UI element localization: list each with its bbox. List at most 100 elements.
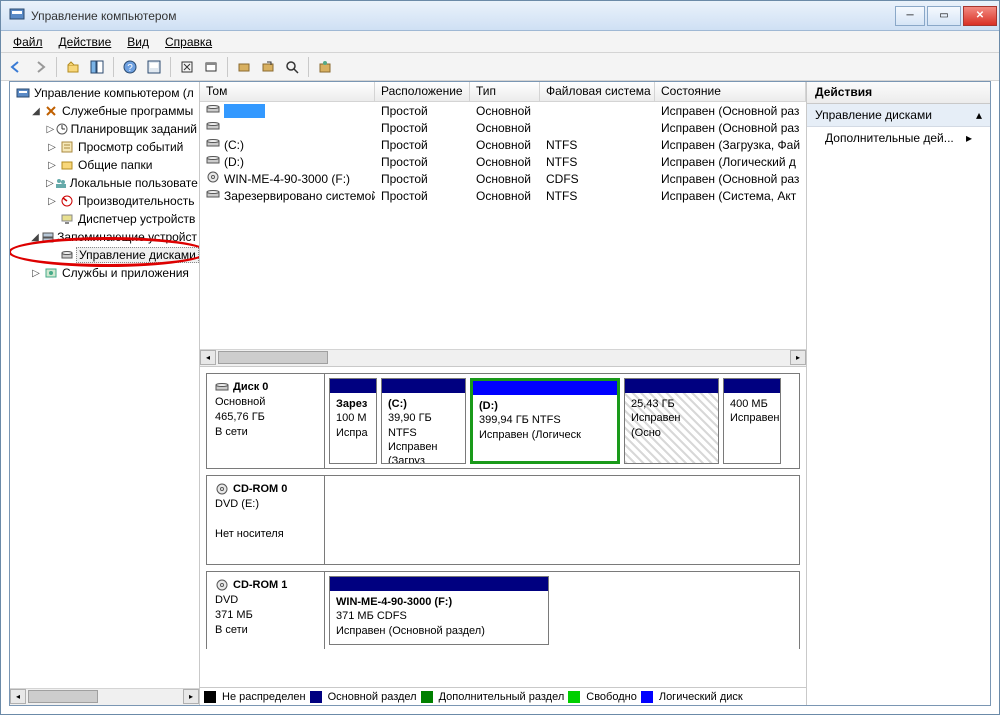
partition[interactable]: 25,43 ГБИсправен (Осно (624, 378, 719, 464)
toolbar-icon-1[interactable] (143, 56, 165, 78)
maximize-button[interactable]: ▭ (927, 6, 961, 26)
cd-icon (215, 482, 229, 496)
toolbar-icon-2[interactable] (200, 56, 222, 78)
col-type[interactable]: Тип (470, 82, 540, 101)
scroll-thumb[interactable] (28, 690, 98, 703)
scroll-right-icon[interactable]: ▸ (790, 350, 806, 365)
cd-icon (206, 170, 220, 187)
volume-row[interactable]: ПростойОсновнойИсправен (Основной раз (200, 119, 806, 136)
disk-0-info: Диск 0 Основной 465,76 ГБ В сети (207, 374, 325, 468)
toolbar-icon-6[interactable] (314, 56, 336, 78)
collapse-icon[interactable]: ◢ (30, 232, 40, 243)
titlebar[interactable]: Управление компьютером ─ ▭ ✕ (1, 1, 999, 31)
legend-swatch-unalloc (204, 691, 216, 703)
partition[interactable]: WIN-ME-4-90-3000 (F:) 371 МБ CDFS Исправ… (329, 576, 549, 645)
partition-stripe (330, 379, 376, 393)
forward-button[interactable] (29, 56, 51, 78)
scroll-left-icon[interactable]: ◂ (200, 350, 216, 365)
tree-event-viewer[interactable]: ▷ Просмотр событий (10, 138, 199, 156)
expand-icon[interactable]: ▷ (46, 160, 58, 171)
partition-status: Испра (336, 427, 368, 439)
partition-stripe (724, 379, 780, 393)
volume-row[interactable]: ПростойОсновнойИсправен (Основной раз (200, 102, 806, 119)
col-fs[interactable]: Файловая система (540, 82, 655, 101)
minimize-button[interactable]: ─ (895, 6, 925, 26)
volume-list[interactable]: Том Расположение Тип Файловая система Со… (200, 82, 806, 367)
partition-size: 25,43 ГБ (631, 398, 675, 410)
toolbar-icon-3[interactable] (233, 56, 255, 78)
list-hscrollbar[interactable]: ◂ ▸ (200, 349, 806, 366)
scroll-left-icon[interactable]: ◂ (10, 689, 26, 704)
actions-pane: Действия Управление дисками ▴ Дополнител… (807, 82, 990, 705)
disk-0-parts: Зарез100 МИспра(C:)39,90 ГБ NTFSИсправен… (325, 374, 799, 468)
show-hide-tree-button[interactable] (86, 56, 108, 78)
sidebar: Управление компьютером (л ◢ Служебные пр… (10, 82, 200, 705)
volume-row[interactable]: (D:)ПростойОсновнойNTFSИсправен (Логичес… (200, 153, 806, 170)
menu-view[interactable]: Вид (119, 33, 157, 51)
partition-stripe (473, 381, 617, 395)
diskmgmt-icon (58, 248, 76, 262)
menu-help[interactable]: Справка (157, 33, 220, 51)
menu-file[interactable]: Файл (5, 33, 51, 51)
volume-row[interactable]: (C:)ПростойОсновнойNTFSИсправен (Загрузк… (200, 136, 806, 153)
partition[interactable]: Зарез100 МИспра (329, 378, 377, 464)
toolbar-icon-5[interactable] (281, 56, 303, 78)
scroll-right-icon[interactable]: ▸ (183, 689, 199, 704)
expand-icon[interactable]: ▷ (46, 124, 55, 135)
back-button[interactable] (5, 56, 27, 78)
users-icon (54, 176, 68, 190)
legend-swatch-extended (421, 691, 433, 703)
partition[interactable]: (D:)399,94 ГБ NTFSИсправен (Логическ (470, 378, 620, 464)
expand-icon[interactable]: ▷ (46, 196, 58, 207)
actions-more[interactable]: Дополнительные дей... ▸ (807, 127, 990, 149)
up-button[interactable] (62, 56, 84, 78)
tree-local-users[interactable]: ▷ Локальные пользовате (10, 174, 199, 192)
scroll-thumb[interactable] (218, 351, 328, 364)
expand-icon[interactable]: ▷ (46, 178, 54, 189)
tree-device-manager[interactable]: ▷ Диспетчер устройств (10, 210, 199, 228)
tree-utilities[interactable]: ◢ Служебные программы (10, 102, 199, 120)
svg-text:?: ? (127, 63, 133, 74)
close-button[interactable]: ✕ (963, 6, 997, 26)
tools-icon (42, 104, 60, 118)
tree-shared-folders[interactable]: ▷ Общие папки (10, 156, 199, 174)
collapse-icon[interactable]: ◢ (30, 106, 42, 117)
partition-label: (C:) (388, 398, 407, 410)
graphical-disk-view[interactable]: Диск 0 Основной 465,76 ГБ В сети Зарез10… (200, 367, 806, 687)
sidebar-hscrollbar[interactable]: ◂ ▸ (10, 688, 199, 705)
tree-services[interactable]: ▷ Службы и приложения (10, 264, 199, 282)
actions-section[interactable]: Управление дисками ▴ (807, 104, 990, 127)
disk-0-block[interactable]: Диск 0 Основной 465,76 ГБ В сети Зарез10… (206, 373, 800, 469)
cdrom-1-block[interactable]: CD-ROM 1 DVD 371 МБ В сети WIN-ME-4-90-3… (206, 571, 800, 649)
refresh-button[interactable] (176, 56, 198, 78)
legend: Не распределен Основной раздел Дополните… (200, 687, 806, 705)
volume-list-body[interactable]: ПростойОсновнойИсправен (Основной разПро… (200, 102, 806, 349)
collapse-icon[interactable]: ▴ (976, 108, 982, 122)
nav-tree[interactable]: Управление компьютером (л ◢ Служебные пр… (10, 82, 199, 688)
expand-icon[interactable]: ▷ (46, 142, 58, 153)
actions-section-label: Управление дисками (815, 108, 932, 122)
hdd-icon (206, 136, 220, 153)
tree-performance[interactable]: ▷ Производительность (10, 192, 199, 210)
tree-storage[interactable]: ◢ Запоминающие устройст (10, 228, 199, 246)
toolbar-icon-4[interactable] (257, 56, 279, 78)
partition[interactable]: 400 МБИсправен (723, 378, 781, 464)
partition[interactable]: (C:)39,90 ГБ NTFSИсправен (Загруз (381, 378, 466, 464)
tree-task-scheduler[interactable]: ▷ Планировщик заданий (10, 120, 199, 138)
cdrom-0-parts (325, 476, 799, 564)
tree-disk-management[interactable]: ▷ Управление дисками (10, 246, 199, 264)
help-button[interactable]: ? (119, 56, 141, 78)
col-layout[interactable]: Расположение (375, 82, 470, 101)
volume-list-header[interactable]: Том Расположение Тип Файловая система Со… (200, 82, 806, 102)
col-status[interactable]: Состояние (655, 82, 806, 101)
device-icon (58, 212, 76, 226)
col-volume[interactable]: Том (200, 82, 375, 101)
chevron-right-icon: ▸ (966, 131, 972, 145)
volume-row[interactable]: WIN-ME-4-90-3000 (F:)ПростойОсновнойCDFS… (200, 170, 806, 187)
volume-row[interactable]: Зарезервировано системойПростойОсновнойN… (200, 187, 806, 204)
expand-icon[interactable]: ▷ (30, 268, 42, 279)
cdrom-1-parts: WIN-ME-4-90-3000 (F:) 371 МБ CDFS Исправ… (325, 572, 799, 649)
tree-root[interactable]: Управление компьютером (л (10, 84, 199, 102)
menu-action[interactable]: Действие (51, 33, 120, 51)
cdrom-0-block[interactable]: CD-ROM 0 DVD (E:) Нет носителя (206, 475, 800, 565)
